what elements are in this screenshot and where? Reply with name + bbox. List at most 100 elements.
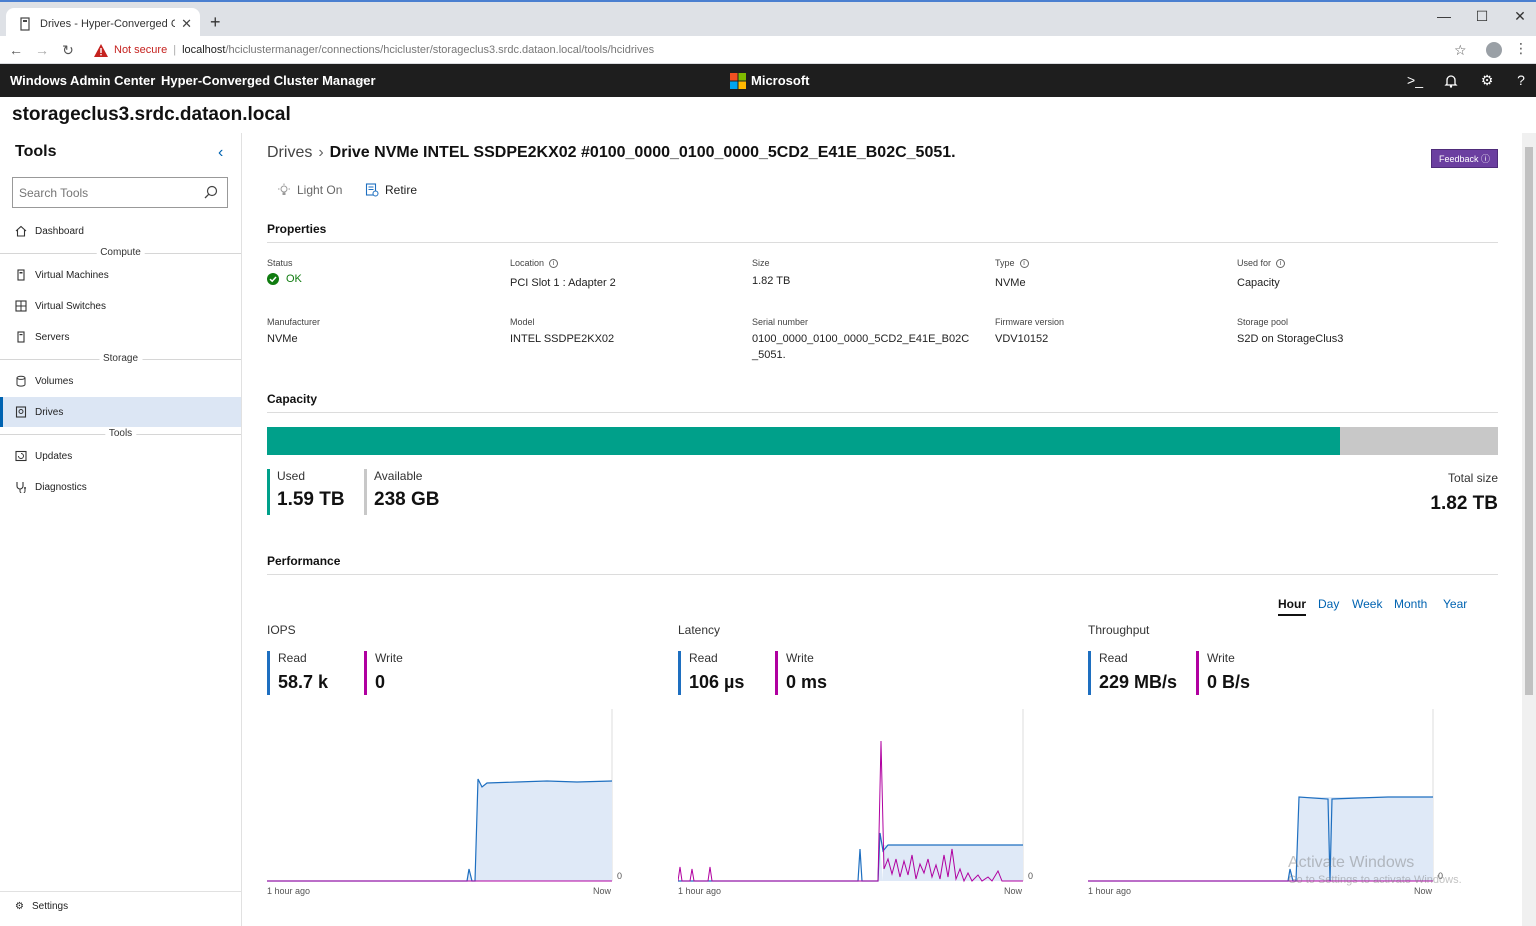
notifications-icon[interactable]	[1443, 73, 1459, 89]
powershell-icon[interactable]: >_	[1406, 72, 1424, 88]
feedback-button[interactable]: Feedback ⓘ	[1431, 149, 1498, 168]
range-tab-year[interactable]: Year	[1443, 597, 1467, 611]
properties-heading: Properties	[267, 222, 327, 236]
prop-label: Type	[995, 258, 1015, 268]
latency-read: Read 106 µs	[678, 651, 744, 695]
close-window-icon[interactable]: ✕	[1508, 8, 1532, 25]
address-bar: ← → ↻ Not secure | localhost/hciclusterm…	[0, 36, 1536, 64]
chevron-down-icon[interactable]: ⌵	[356, 72, 365, 87]
close-tab-icon[interactable]: ✕	[181, 16, 192, 32]
browser-tab-strip: Drives - Hyper-Converged Cluste ✕ + — ☐ …	[0, 0, 1536, 40]
sidebar-item-virtual-switches[interactable]: Virtual Switches	[0, 291, 241, 321]
total-size-label: Total size	[1447, 471, 1498, 485]
prop-firmware: Firmware version VDV10152	[995, 317, 1064, 347]
metric-value: 106 µs	[689, 672, 745, 692]
prop-value: INTEL SSDPE2KX02	[510, 333, 615, 345]
url-field[interactable]: Not secure | localhost/hciclustermanager…	[86, 40, 1476, 60]
retire-button[interactable]: Retire	[365, 183, 417, 197]
reload-icon[interactable]: ↻	[60, 42, 76, 58]
solution-switcher[interactable]: Hyper-Converged Cluster Manager	[161, 73, 376, 88]
tab-title: Drives - Hyper-Converged Cluste	[40, 18, 176, 30]
drive-icon	[15, 406, 27, 418]
status-badge: OK	[267, 273, 302, 285]
security-label: Not secure	[114, 44, 168, 56]
search-tools-input[interactable]	[12, 177, 228, 208]
sidebar-item-virtual-machines[interactable]: Virtual Machines	[0, 260, 241, 290]
sidebar-item-label: Servers	[35, 331, 70, 343]
sidebar-item-diagnostics[interactable]: Diagnostics	[0, 472, 241, 502]
iops-write: Write 0	[364, 651, 403, 695]
iops-read: Read 58.7 k	[267, 651, 328, 695]
metric-value: 0 B/s	[1207, 672, 1251, 692]
bookmark-star-icon[interactable]: ☆	[1454, 42, 1467, 59]
scrollbar-thumb[interactable]	[1525, 147, 1533, 695]
sidebar-item-settings[interactable]: ⚙ Settings	[0, 891, 241, 921]
light-on-button[interactable]: Light On	[277, 183, 342, 197]
range-tab-month[interactable]: Month	[1394, 597, 1427, 611]
virtual-switch-icon	[15, 300, 27, 312]
info-icon[interactable]: i	[1276, 258, 1286, 268]
sidebar-item-updates[interactable]: Updates	[0, 441, 241, 471]
stethoscope-icon	[15, 481, 27, 493]
prop-label: Serial number	[752, 317, 809, 327]
iops-chart: 0	[267, 709, 622, 882]
iops-read-area	[267, 779, 612, 881]
status-value: OK	[286, 273, 302, 285]
minimize-icon[interactable]: —	[1432, 8, 1456, 24]
x-axis-end: Now	[1414, 886, 1433, 896]
prop-status: Status OK	[267, 258, 302, 285]
volume-icon	[15, 375, 27, 387]
new-tab-button[interactable]: +	[210, 13, 221, 31]
metric-value: 0 ms	[786, 672, 828, 692]
vertical-scrollbar[interactable]	[1522, 133, 1536, 926]
section-divider	[267, 412, 1498, 413]
page-icon	[20, 17, 30, 31]
info-icon[interactable]: i	[1019, 258, 1029, 268]
back-icon[interactable]: ←	[8, 42, 24, 58]
watermark-title: Activate Windows	[1288, 854, 1415, 871]
throughput-chart-title: Throughput	[1088, 623, 1150, 637]
sidebar-item-volumes[interactable]: Volumes	[0, 366, 241, 396]
url-host: localhost	[182, 44, 226, 56]
home-icon	[15, 225, 27, 237]
settings-gear-icon[interactable]: ⚙	[1478, 72, 1496, 89]
sidebar-item-label: Dashboard	[35, 225, 84, 237]
metric-label: Write	[786, 651, 814, 665]
maximize-icon[interactable]: ☐	[1470, 8, 1494, 25]
metric-value: 238 GB	[374, 489, 440, 510]
sidebar-title: Tools	[15, 143, 57, 160]
profile-icon[interactable]	[1486, 42, 1502, 58]
group-label: Storage	[98, 353, 143, 365]
prop-label: Storage pool	[1237, 317, 1289, 327]
sidebar-item-dashboard[interactable]: Dashboard	[0, 216, 241, 246]
latency-chart: 0	[678, 709, 1033, 883]
sidebar-group-compute: Compute	[0, 247, 241, 259]
range-tab-week[interactable]: Week	[1352, 597, 1382, 611]
forward-icon[interactable]: →	[34, 42, 50, 58]
prop-label: Used for	[1237, 258, 1272, 268]
collapse-sidebar-icon[interactable]: ‹	[218, 144, 223, 162]
metric-value: 58.7 k	[278, 672, 329, 692]
microsoft-logo-icon	[730, 73, 746, 89]
info-icon[interactable]: i	[549, 258, 559, 268]
range-tab-hour[interactable]: Hour	[1278, 597, 1306, 616]
browser-menu-icon[interactable]: ⋮	[1514, 40, 1528, 57]
throughput-write: Write 0 B/s	[1196, 651, 1250, 695]
breadcrumb-drives-link[interactable]: Drives	[267, 144, 312, 161]
sidebar-item-drives[interactable]: Drives	[0, 397, 241, 427]
help-icon[interactable]: ?	[1512, 72, 1530, 88]
x-axis-start: 1 hour ago	[1088, 886, 1132, 896]
sidebar-item-servers[interactable]: Servers	[0, 322, 241, 352]
prop-serial-number: Serial number 0100_0000_0100_0000_5CD2_E…	[752, 317, 970, 363]
range-tab-day[interactable]: Day	[1318, 597, 1339, 611]
metric-value: 229 MB/s	[1099, 672, 1178, 692]
metric-label: Read	[278, 651, 307, 665]
prop-value: NVMe	[267, 333, 298, 345]
app-brand[interactable]: Windows Admin Center	[10, 73, 155, 88]
search-icon[interactable]	[204, 185, 218, 199]
x-axis-start: 1 hour ago	[678, 886, 722, 896]
light-on-label: Light On	[297, 183, 343, 197]
prop-value: NVMe	[995, 277, 1026, 289]
tools-sidebar: Tools ‹ Dashboard Compute Virtual Machin…	[0, 133, 242, 926]
prop-value: VDV10152	[995, 333, 1049, 345]
